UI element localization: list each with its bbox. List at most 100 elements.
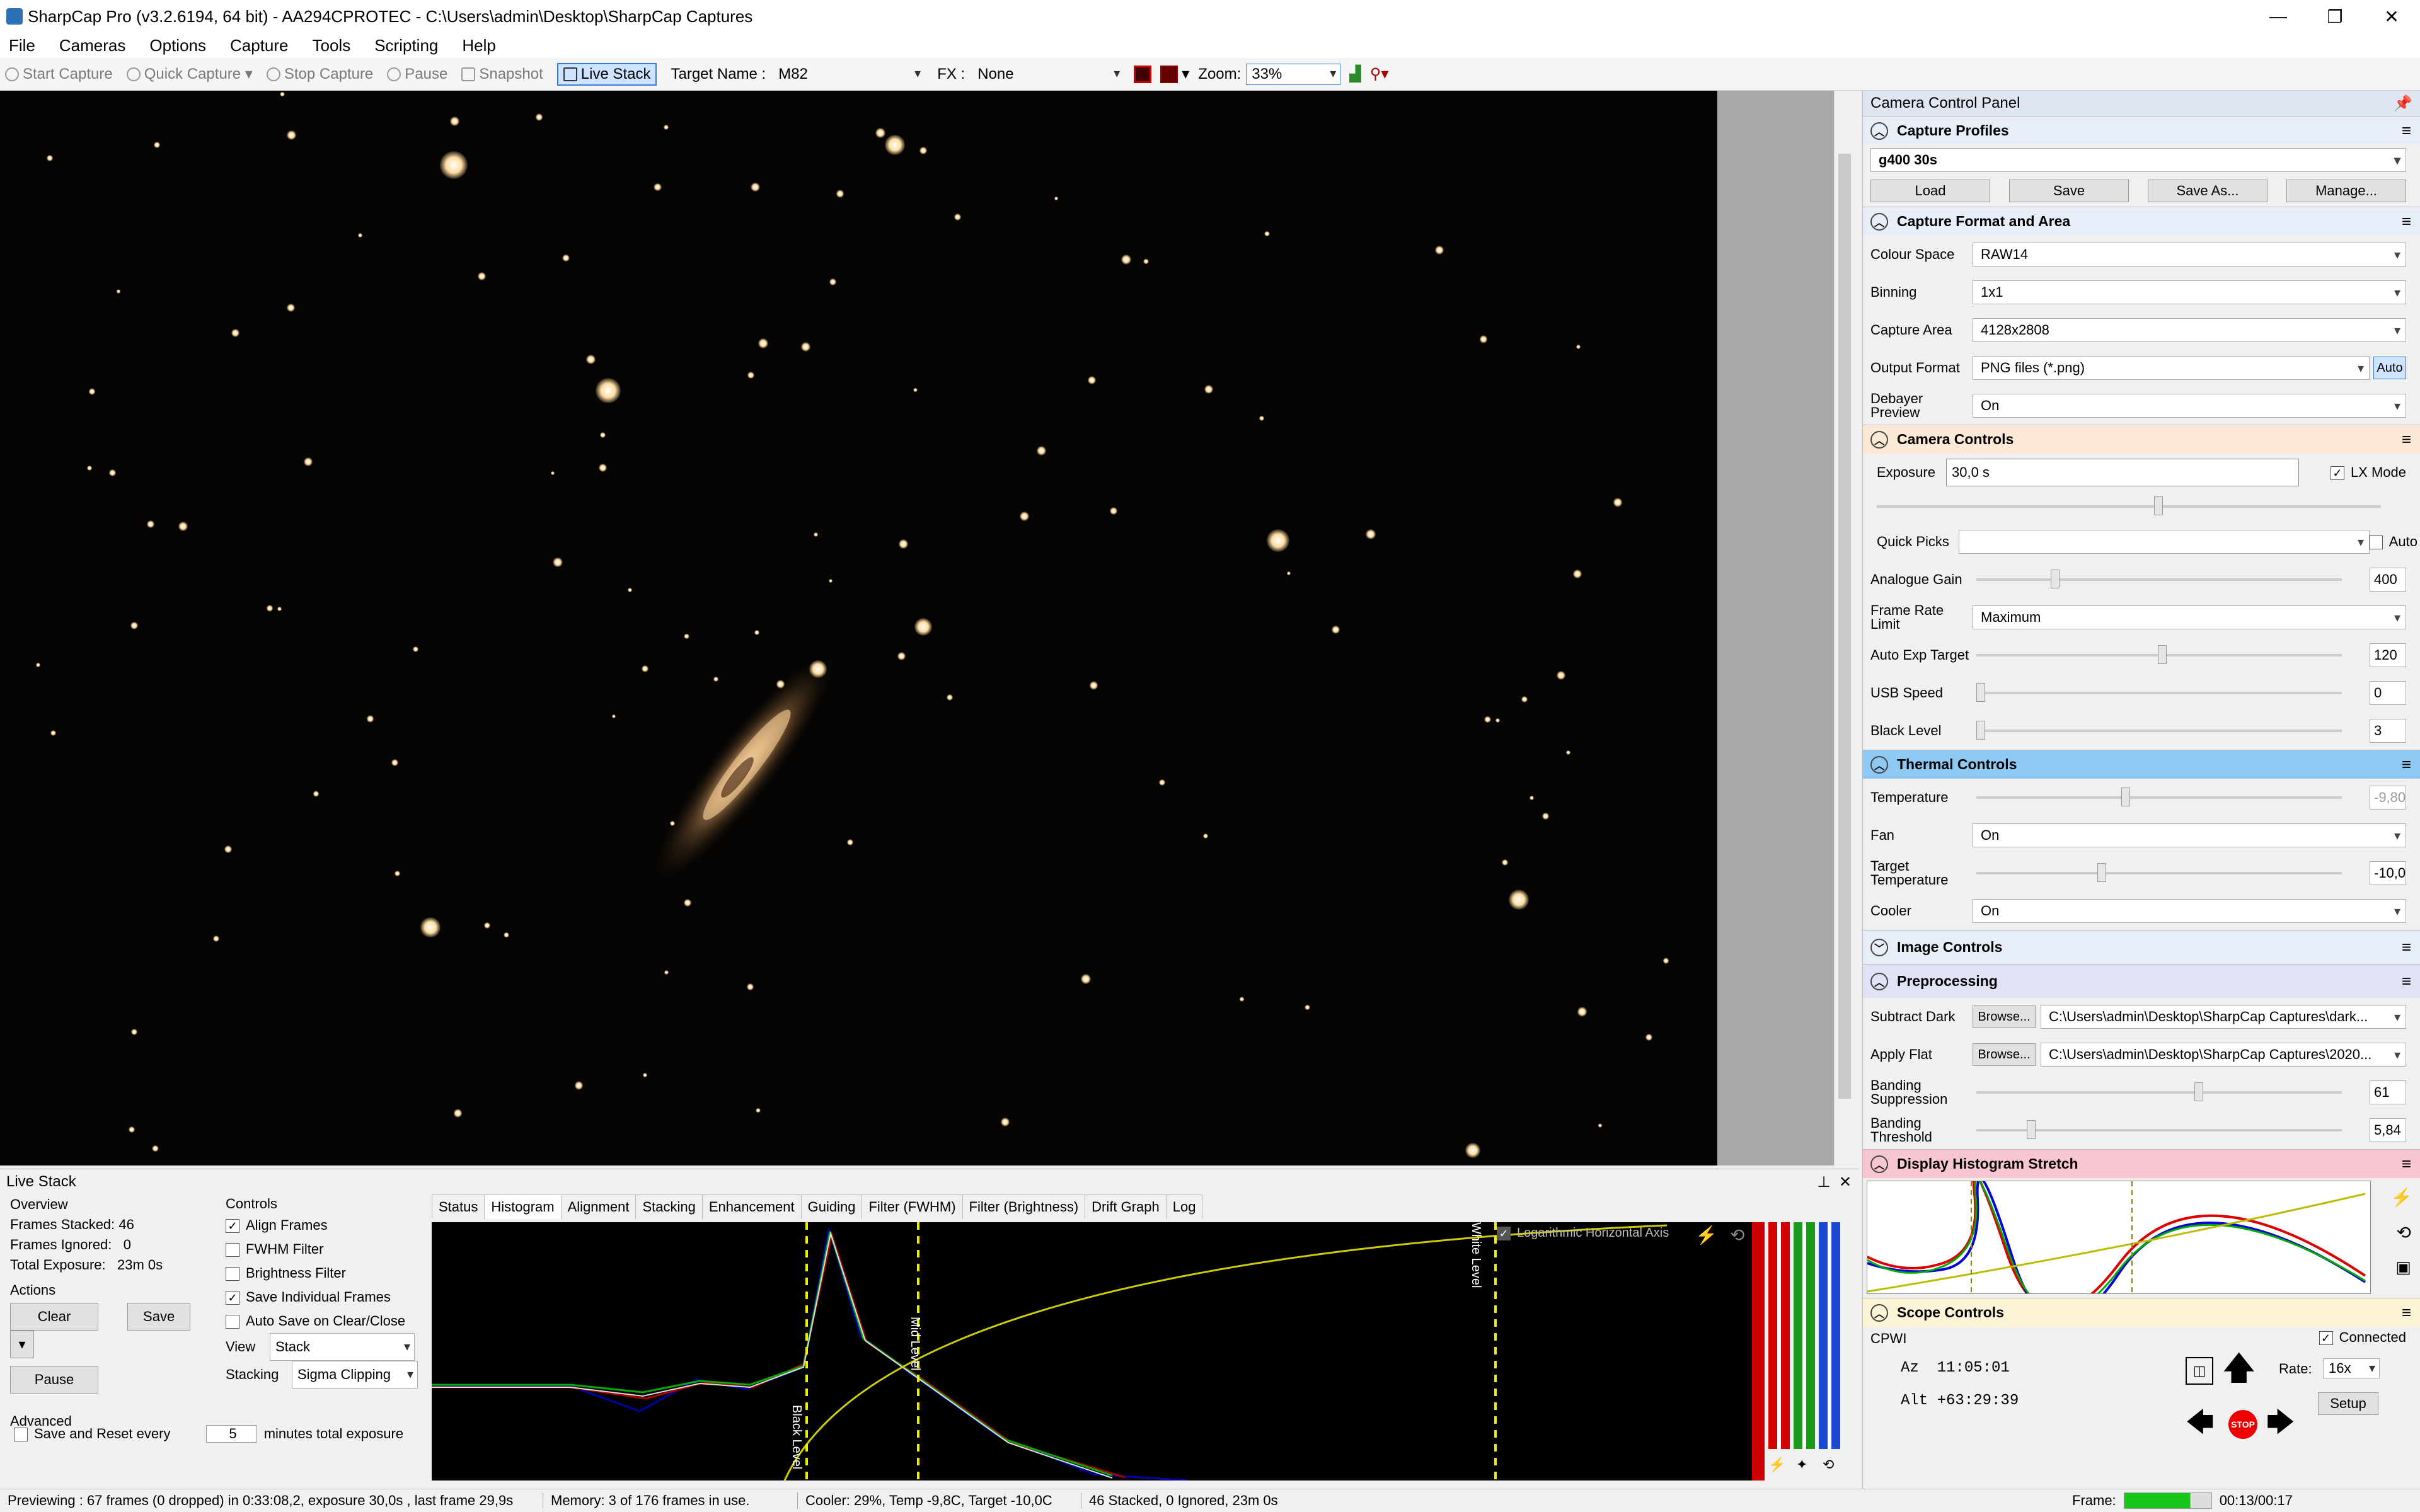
hamburger-icon[interactable]: ≡	[2402, 212, 2411, 231]
section-scope-controls[interactable]: ︿ Scope Controls ≡	[1863, 1298, 2420, 1327]
tab-histogram[interactable]: Histogram	[484, 1194, 562, 1219]
save-menu-icon[interactable]: ▾	[10, 1331, 34, 1358]
menu-capture[interactable]: Capture	[230, 36, 289, 55]
browse-dark-button[interactable]: Browse...	[1973, 1005, 2036, 1028]
menu-file[interactable]: File	[9, 36, 35, 55]
star-icon[interactable]: ✦	[1796, 1457, 1807, 1473]
hamburger-icon[interactable]: ≡	[2402, 1303, 2411, 1322]
hamburger-icon[interactable]: ≡	[2402, 937, 2411, 957]
collapse-icon[interactable]: ︿	[1870, 755, 1888, 774]
exposure-slider[interactable]	[1877, 496, 2381, 515]
stacking-select[interactable]: Sigma Clipping	[292, 1361, 418, 1389]
section-camera-controls[interactable]: ︿ Camera Controls ≡	[1863, 425, 2420, 454]
hamburger-icon[interactable]: ≡	[2402, 121, 2411, 140]
collapse-icon[interactable]: ︿	[1870, 1303, 1888, 1322]
tab-guiding[interactable]: Guiding	[800, 1194, 863, 1219]
pin-icon[interactable]: 📌	[2394, 94, 2412, 113]
target-temperature-input[interactable]: -10,0	[2370, 861, 2406, 885]
reset-icon[interactable]: ⟲	[1823, 1457, 1834, 1473]
auto-exp-slider[interactable]	[1976, 645, 2342, 664]
pause-stack-button[interactable]: Pause	[10, 1366, 98, 1394]
save-reset-checkbox[interactable]	[14, 1428, 28, 1442]
scrollbar-thumb[interactable]	[1838, 154, 1851, 1099]
tab-alignment[interactable]: Alignment	[560, 1194, 637, 1219]
binning-select[interactable]: 1x1	[1973, 280, 2406, 304]
section-image-controls[interactable]: ﹀ Image Controls ≡	[1863, 930, 2420, 964]
tab-status[interactable]: Status	[432, 1194, 485, 1219]
live-stack-histogram[interactable]: Black Level Mid Level White Level ✓ Logar…	[432, 1222, 1765, 1480]
tab-stacking[interactable]: Stacking	[635, 1194, 703, 1219]
collapse-icon[interactable]: ︿	[1870, 212, 1888, 231]
frame-rate-select[interactable]: Maximum	[1973, 605, 2406, 629]
zoom-select[interactable]: 33%	[1246, 63, 1341, 85]
white-level-marker[interactable]: White Level	[1468, 1222, 1483, 1288]
exposure-input[interactable]: 30,0 s	[1946, 459, 2299, 486]
output-format-select[interactable]: PNG files (*.png)	[1973, 356, 2370, 380]
menu-tools[interactable]: Tools	[313, 36, 351, 55]
display-histogram-graph[interactable]	[1867, 1181, 2371, 1294]
collapse-icon[interactable]: ︿	[1870, 430, 1888, 449]
brightness-filter-checkbox[interactable]: Brightness Filter	[226, 1261, 418, 1285]
stop-capture-button[interactable]: Stop Capture	[266, 66, 373, 83]
view-select[interactable]: Stack	[270, 1333, 415, 1361]
section-capture-format[interactable]: ︿ Capture Format and Area ≡	[1863, 207, 2420, 236]
stop-button[interactable]: STOP	[2228, 1410, 2257, 1439]
hamburger-icon[interactable]: ≡	[2402, 430, 2411, 449]
usb-speed-slider[interactable]	[1976, 683, 2342, 702]
banding-threshold-slider[interactable]	[1976, 1120, 2342, 1139]
reset-icon[interactable]: ⟲	[2397, 1222, 2411, 1243]
fan-select[interactable]: On	[1973, 823, 2406, 847]
connected-checkbox[interactable]: ✓ Connected	[2319, 1329, 2406, 1346]
banding-threshold-input[interactable]: 5,84	[2370, 1118, 2406, 1142]
menu-cameras[interactable]: Cameras	[59, 36, 125, 55]
fwhm-filter-checkbox[interactable]: FWHM Filter	[226, 1237, 418, 1261]
pin-icon[interactable]: ⊥	[1818, 1174, 1831, 1191]
gain-slider[interactable]	[1976, 570, 2342, 588]
fx-select[interactable]: None	[972, 64, 1124, 84]
clear-button[interactable]: Clear	[10, 1303, 98, 1331]
auto-save-checkbox[interactable]: Auto Save on Clear/Close	[226, 1309, 418, 1333]
tab-drift-graph[interactable]: Drift Graph	[1085, 1194, 1167, 1219]
chevron-down-icon[interactable]: ▾	[1182, 65, 1189, 83]
reset-icon[interactable]: ⟲	[1730, 1225, 1744, 1246]
highlight-icon[interactable]	[1160, 65, 1178, 83]
auto-output-button[interactable]: Auto	[2373, 357, 2406, 379]
black-level-input[interactable]: 3	[2370, 719, 2406, 743]
tab-enhancement[interactable]: Enhancement	[701, 1194, 802, 1219]
auto-stretch-icon[interactable]: ⚡	[2390, 1187, 2412, 1208]
black-level-slider[interactable]	[1976, 721, 2342, 740]
flat-file-select[interactable]: C:\Users\admin\Desktop\SharpCap Captures…	[2041, 1043, 2406, 1067]
menu-help[interactable]: Help	[462, 36, 495, 55]
capture-area-select[interactable]: 4128x2808	[1973, 318, 2406, 342]
debayer-select[interactable]: On	[1973, 394, 2406, 418]
image-scrollbar[interactable]	[1834, 91, 1854, 1166]
minimize-button[interactable]: —	[2250, 0, 2307, 33]
auto-stretch-icon[interactable]: ⚡	[1768, 1457, 1785, 1473]
cooler-select[interactable]: On	[1973, 899, 2406, 923]
reticle-icon[interactable]	[1134, 65, 1152, 83]
section-preprocessing[interactable]: ︿ Preprocessing ≡	[1863, 964, 2420, 998]
menu-options[interactable]: Options	[149, 36, 206, 55]
collapse-icon[interactable]: ︿	[1870, 122, 1888, 140]
arrow-up-icon[interactable]: 🡅	[2222, 1352, 2256, 1385]
pause-button[interactable]: Pause	[387, 66, 447, 83]
start-capture-button[interactable]: Start Capture	[5, 66, 113, 83]
minutes-input[interactable]: 5	[205, 1425, 256, 1443]
dark-file-select[interactable]: C:\Users\admin\Desktop\SharpCap Captures…	[2041, 1005, 2406, 1029]
manage-button[interactable]: Manage...	[2286, 180, 2406, 202]
lx-mode-checkbox[interactable]: ✓ LX Mode	[2330, 464, 2406, 481]
histogram-icon[interactable]: ▟	[1349, 65, 1361, 83]
auto-exp-input[interactable]: 120	[2370, 643, 2406, 667]
gain-input[interactable]: 400	[2370, 568, 2406, 592]
quick-picks-auto-checkbox[interactable]: Auto	[2368, 534, 2417, 550]
park-icon[interactable]: ◫	[2186, 1357, 2213, 1385]
target-temperature-slider[interactable]	[1976, 863, 2342, 882]
camera-image-view[interactable]	[0, 91, 1717, 1166]
log-axis-checkbox[interactable]: ✓ Logarithmic Horizontal Axis	[1497, 1226, 1669, 1240]
browse-flat-button[interactable]: Browse...	[1973, 1043, 2036, 1066]
target-name-select[interactable]: M82	[773, 64, 925, 84]
arrow-left-icon[interactable]: 🡄	[2186, 1409, 2214, 1436]
zoom-tool-icon[interactable]: ⚲▾	[1370, 65, 1389, 83]
collapse-icon[interactable]: ︿	[1870, 1155, 1888, 1173]
banding-suppression-input[interactable]: 61	[2370, 1080, 2406, 1104]
